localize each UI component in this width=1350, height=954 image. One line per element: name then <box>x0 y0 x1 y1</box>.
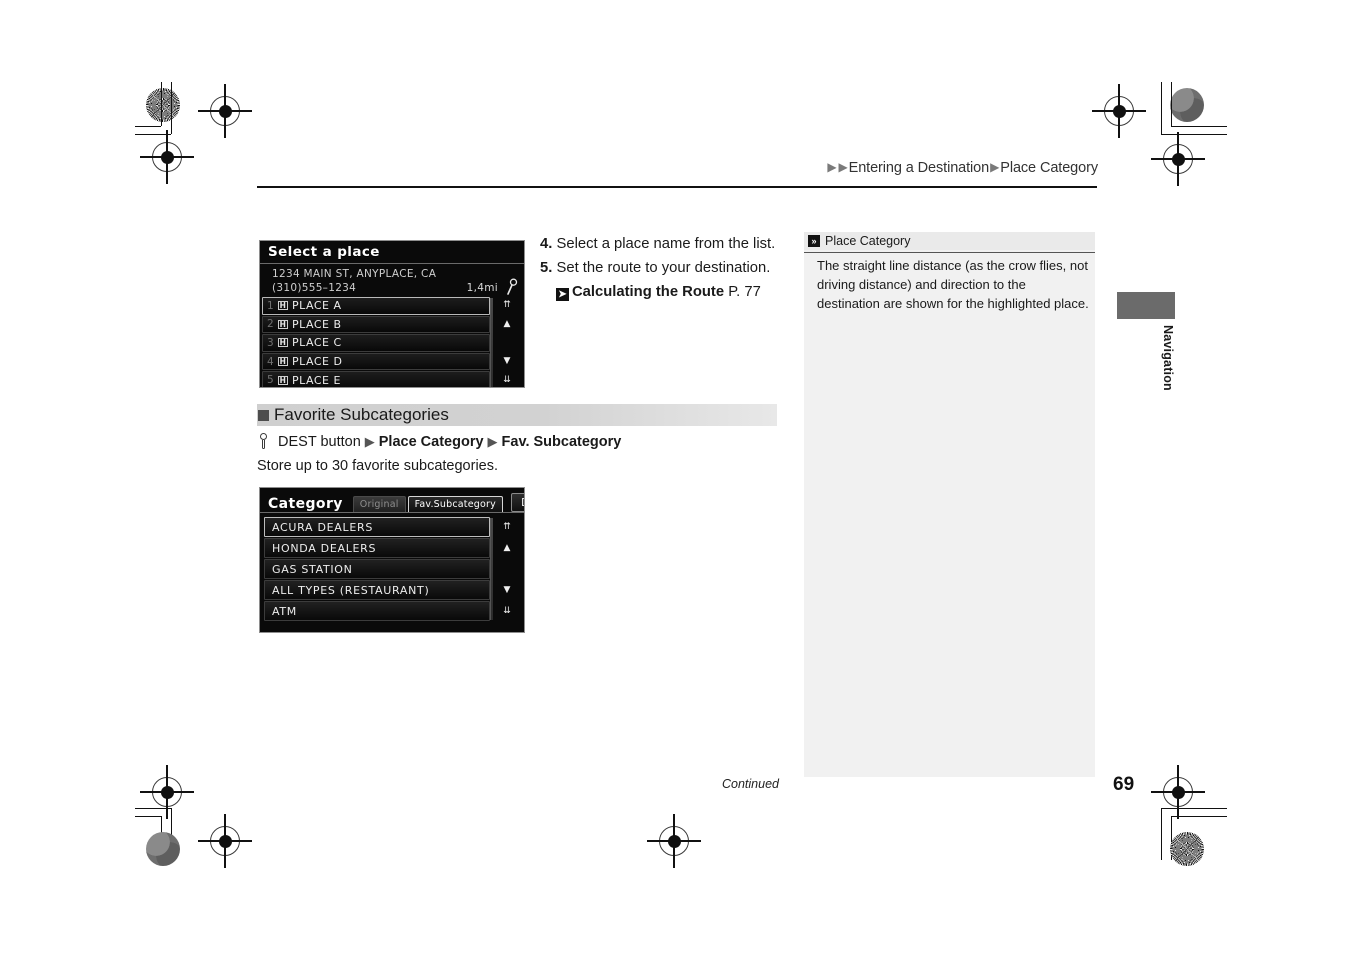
subcategory-list-item[interactable]: ATM <box>264 601 490 621</box>
breadcrumb-arrow-icon: ▶ <box>827 160 837 174</box>
step-5-text: Set the route to your destination. <box>556 260 771 276</box>
scroll-button-4[interactable]: ⇊ <box>493 601 521 621</box>
breadcrumb: ▶ ▶Entering a Destination▶Place Category <box>826 160 1098 176</box>
place-list-item[interactable]: 4 PLACE D <box>262 352 490 371</box>
header-divider <box>257 186 1097 188</box>
place-list-item-index: 2 <box>267 318 275 331</box>
step-4-text: Select a place name from the list. <box>556 236 776 252</box>
breadcrumb-part-1: Entering a Destination <box>848 160 990 176</box>
tab-original[interactable]: Original <box>352 496 406 512</box>
scroll-button-3[interactable]: ▼ <box>493 353 521 371</box>
note-panel <box>804 232 1095 777</box>
place-list-item-index: 3 <box>267 336 275 349</box>
reference-page: P. 77 <box>728 284 761 300</box>
section-title: Favorite Subcategories <box>258 404 449 426</box>
step-4-number: 4. <box>540 236 553 252</box>
breadcrumb-arrow-icon: ▶ <box>838 160 848 174</box>
screen1-distance: 1,4mi <box>466 282 498 294</box>
note-arrow-icon: » <box>808 235 820 247</box>
place-marker-icon <box>278 319 288 330</box>
side-tab-marker <box>1117 292 1175 319</box>
subcategory-list-item-label: HONDA DEALERS <box>272 541 377 555</box>
section-title-text: Favorite Subcategories <box>274 405 449 424</box>
section-description: Store up to 30 favorite subcategories. <box>257 458 499 474</box>
place-list-item-label: PLACE D <box>292 355 343 369</box>
reference-arrow-icon: ➤ <box>556 288 569 301</box>
subcategory-list-item[interactable]: ACURA DEALERS <box>264 517 490 537</box>
step-4: 4. Select a place name from the list. <box>540 232 790 256</box>
continued-label: Continued <box>722 777 779 791</box>
screen2-tabbar: Category Original Fav.Subcategory Delete <box>260 488 524 512</box>
instruction-steps: 4. Select a place name from the list. 5.… <box>540 232 790 304</box>
note-divider <box>804 252 1095 254</box>
place-marker-icon <box>278 300 288 311</box>
step-5: 5. Set the route to your destination. <box>540 256 790 280</box>
screen1-list: 1 PLACE A 2 PLACE B 3 PLACE C 4 PLACE D 5 PLACE E… <box>260 297 524 387</box>
scroll-spacer <box>493 559 521 579</box>
subcategory-list-item-label: ALL TYPES (RESTAURANT) <box>272 583 430 597</box>
path-arrow-icon: ▶ <box>487 433 498 449</box>
tab-fav-subcategory[interactable]: Fav.Subcategory <box>407 496 503 512</box>
path-step-1: Place Category <box>378 433 484 450</box>
screen1-address-line1: 1234 MAIN ST, ANYPLACE, CA <box>272 268 437 280</box>
note-body: The straight line distance (as the crow … <box>817 258 1089 311</box>
path-arrow-icon: ▶ <box>364 433 375 449</box>
delete-button[interactable]: Delete <box>510 493 524 512</box>
scroll-spacer <box>493 334 521 352</box>
breadcrumb-arrow-icon: ▶ <box>990 160 1000 174</box>
scroll-button-1[interactable]: ▲ <box>493 316 521 334</box>
place-list-item-label: PLACE B <box>292 317 342 331</box>
step-5-number: 5. <box>540 260 553 276</box>
screen2-scrollbar[interactable]: ⇈ ▲ ▼ ⇊ <box>490 517 522 621</box>
side-tab-label: Navigation <box>1161 325 1175 391</box>
scroll-button-4[interactable]: ⇊ <box>493 371 521 387</box>
screen1-scroll-track[interactable] <box>490 298 493 387</box>
dest-button-label: DEST button <box>278 433 361 450</box>
note-header: » Place Category <box>804 232 1095 250</box>
section-bullet-icon <box>258 409 269 421</box>
place-list-item-label: PLACE E <box>292 373 341 387</box>
nav-screenshot-select-a-place: Select a place 1234 MAIN ST, ANYPLACE, C… <box>259 240 525 388</box>
subcategory-list-item[interactable]: ALL TYPES (RESTAURANT) <box>264 580 490 600</box>
place-marker-icon <box>278 375 288 386</box>
subcategory-list-item[interactable]: GAS STATION <box>264 559 490 579</box>
place-list-item[interactable]: 3 PLACE C <box>262 334 490 352</box>
subcategory-list-item[interactable]: HONDA DEALERS <box>264 538 490 558</box>
compass-direction-icon <box>507 278 518 295</box>
note-title: Place Category <box>825 234 911 248</box>
screen1-address-block: 1234 MAIN ST, ANYPLACE, CA (310)555–1234… <box>260 264 524 297</box>
place-list-item[interactable]: 1 PLACE A <box>262 297 490 315</box>
place-list-item-index: 5 <box>267 374 275 387</box>
path-step-2: Fav. Subcategory <box>501 433 622 450</box>
place-list-item[interactable]: 5 PLACE E <box>262 371 490 387</box>
step-5-reference: ➤ Calculating the Route P. 77 <box>556 280 790 304</box>
screen2-scroll-track[interactable] <box>490 518 493 620</box>
screen2-list: ACURA DEALERS HONDA DEALERS GAS STATION ALL… <box>260 517 524 621</box>
scroll-button-3[interactable]: ▼ <box>493 580 521 600</box>
navigation-path: DEST button ▶ Place Category ▶ Fav. Subc… <box>258 433 621 450</box>
place-marker-icon <box>278 356 288 367</box>
place-list-item[interactable]: 2 PLACE B <box>262 315 490 334</box>
place-marker-icon <box>278 337 288 348</box>
place-list-item-index: 1 <box>267 299 275 312</box>
subcategory-list-item-label: ACURA DEALERS <box>272 520 374 534</box>
page-number: 69 <box>1113 774 1135 795</box>
screen1-scrollbar[interactable]: ⇈ ▲ ▼ ⇊ <box>490 297 522 387</box>
place-list-item-label: PLACE A <box>292 299 342 313</box>
screen2-title: Category <box>268 496 343 512</box>
nav-screenshot-category: Category Original Fav.Subcategory Delete… <box>259 487 525 633</box>
reference-title: Calculating the Route <box>572 284 725 300</box>
place-list-item-index: 4 <box>267 355 275 368</box>
breadcrumb-part-2: Place Category <box>1000 160 1098 176</box>
scroll-button-0[interactable]: ⇈ <box>493 517 521 537</box>
place-list-item-label: PLACE C <box>292 336 342 350</box>
subcategory-list-item-label: GAS STATION <box>272 562 353 576</box>
screen1-title: Select a place <box>268 244 380 260</box>
scroll-button-0[interactable]: ⇈ <box>493 297 521 315</box>
dest-button-icon <box>258 433 270 450</box>
scroll-button-1[interactable]: ▲ <box>493 538 521 558</box>
subcategory-list-item-label: ATM <box>272 604 297 618</box>
